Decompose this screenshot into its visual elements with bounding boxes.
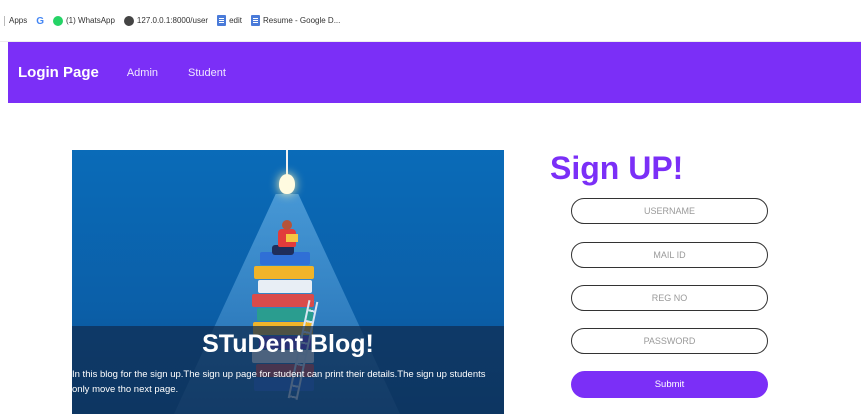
bookmark-apps[interactable]: Apps <box>9 16 27 25</box>
doc-icon <box>217 15 227 26</box>
mail-id-input[interactable] <box>571 242 768 268</box>
hero-banner: STuDent Blog! In this blog for the sign … <box>72 150 504 414</box>
nav-link-student[interactable]: Student <box>188 67 226 79</box>
bookmark-resume[interactable]: Resume - Google D... <box>251 15 340 26</box>
hero-title: STuDent Blog! <box>202 330 374 358</box>
doc-icon <box>251 15 260 26</box>
signup-title: Sign UP! <box>550 150 684 186</box>
navbar: Login Page Admin Student <box>8 42 861 103</box>
username-input[interactable] <box>571 198 768 224</box>
hero-description: In this blog for the sign up.The sign up… <box>72 369 486 395</box>
globe-icon <box>123 15 134 26</box>
bookmarks-separator <box>4 15 5 26</box>
bookmark-google[interactable]: G <box>36 15 45 27</box>
nav-link-admin[interactable]: Admin <box>127 67 158 79</box>
whatsapp-label: (1) WhatsApp <box>66 16 115 25</box>
google-icon: G <box>36 15 45 27</box>
lamp-cord <box>286 150 288 176</box>
bookmark-whatsapp[interactable]: (1) WhatsApp <box>53 15 115 26</box>
apps-label: Apps <box>9 16 28 25</box>
reg-no-input[interactable] <box>571 285 768 311</box>
bookmarks-bar: Apps G (1) WhatsApp 127.0.0.1:8000/user … <box>0 0 861 42</box>
brand-link[interactable]: Login Page <box>18 64 99 81</box>
lamp-bulb-icon <box>279 174 295 194</box>
reader-head <box>282 220 292 230</box>
localhost-label: 127.0.0.1:8000/user <box>136 16 209 25</box>
resume-label: Resume - Google D... <box>263 16 341 25</box>
open-book-icon <box>286 234 298 242</box>
whatsapp-icon <box>53 15 64 26</box>
bookmark-edit[interactable]: edit <box>217 15 242 26</box>
password-input[interactable] <box>571 328 768 354</box>
bookmark-localhost[interactable]: 127.0.0.1:8000/user <box>123 15 209 26</box>
edit-label: edit <box>229 16 242 25</box>
submit-button[interactable]: Submit <box>571 371 768 398</box>
